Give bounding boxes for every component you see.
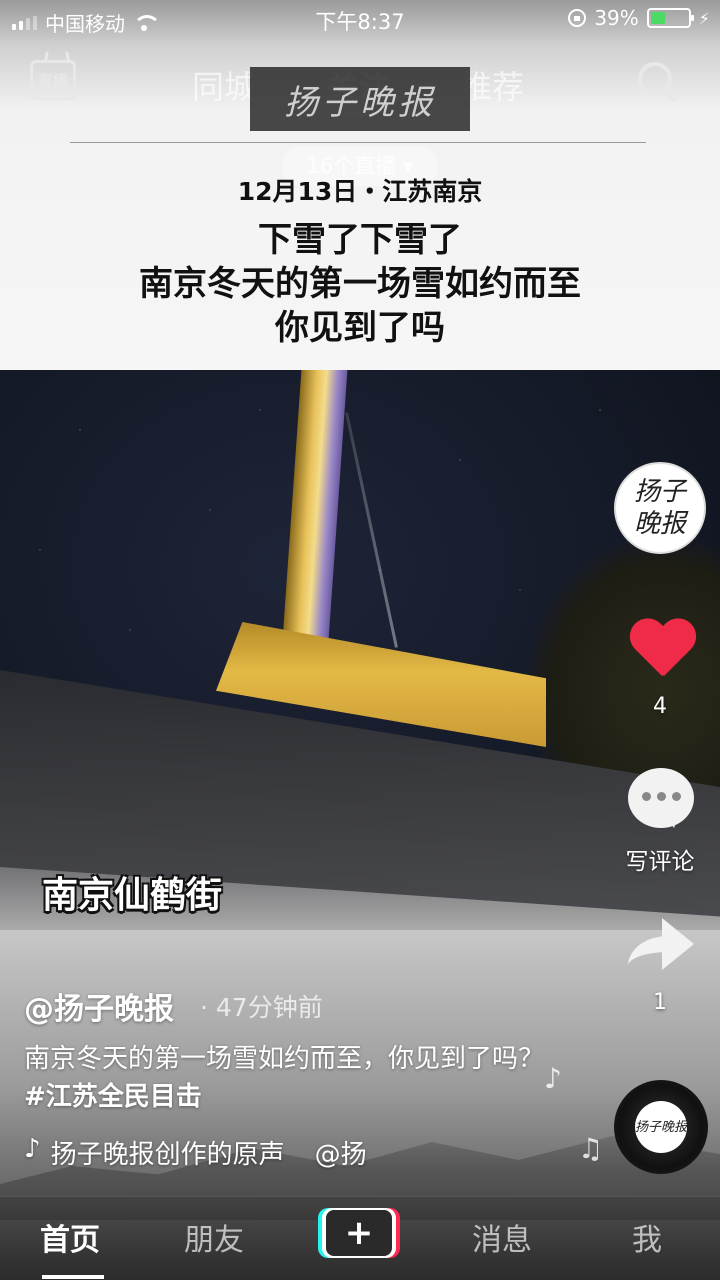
brand-watermark: 扬子晚报: [250, 67, 470, 131]
share-count: 1: [653, 990, 667, 1015]
battery-icon: [646, 8, 694, 28]
live-tv-icon[interactable]: 直播: [30, 60, 76, 100]
like-heart-icon[interactable]: [628, 620, 696, 682]
music-disc[interactable]: 扬子晚报: [614, 1080, 708, 1174]
post-description: 南京冬天的第一场雪如约而至，你见到了吗？ #江苏全民目击: [24, 1040, 544, 1116]
caption-line-3: 你见到了吗: [275, 308, 445, 348]
video-frame[interactable]: [0, 370, 720, 930]
plus-icon: +: [326, 1210, 392, 1256]
rotation-lock-icon: [568, 9, 587, 27]
nav-divider: [70, 142, 646, 143]
music-title: 扬子晚报创作的原声: [50, 1140, 285, 1170]
hashtag-link[interactable]: #江苏全民目击: [24, 1082, 202, 1112]
author-avatar[interactable]: 扬子晚报: [614, 462, 706, 554]
tab-local[interactable]: 同城: [192, 62, 256, 108]
tab-home[interactable]: 首页: [40, 1215, 100, 1259]
caption-date-location: 12月13日・江苏南京: [237, 177, 483, 206]
music-row[interactable]: ♪ 扬子晚报创作的原声 @扬: [24, 1134, 404, 1171]
tiktok-note-icon: ♪: [24, 1134, 41, 1164]
status-bar: 中国移动 下午8:37 39% ⚡: [0, 0, 720, 40]
charging-icon: ⚡: [698, 8, 710, 28]
music-note-icon: ♪: [544, 1062, 562, 1095]
video-caption: 12月13日・江苏南京 下雪了下雪了 南京冬天的第一场雪如约而至 你见到了吗: [0, 172, 720, 350]
description-text: 南京冬天的第一场雪如约而至，你见到了吗？: [24, 1044, 545, 1074]
tab-me[interactable]: 我: [632, 1215, 662, 1259]
comment-icon[interactable]: [628, 768, 694, 828]
search-icon[interactable]: [638, 62, 678, 102]
like-count: 4: [653, 694, 667, 719]
author-handle[interactable]: @扬子晚报: [24, 984, 174, 1028]
tab-messages[interactable]: 消息: [472, 1215, 532, 1259]
share-arrow-icon[interactable]: [628, 918, 694, 974]
post-time: · 47分钟前: [200, 993, 323, 1022]
comment-label: 写评论: [625, 849, 695, 875]
battery-percent: 39%: [594, 6, 639, 30]
active-bottom-tab-indicator: [42, 1275, 104, 1279]
caption-line-2: 南京冬天的第一场雪如约而至: [139, 264, 581, 304]
music-author: @扬: [314, 1140, 367, 1170]
create-video-button[interactable]: +: [322, 1208, 396, 1258]
tab-friends[interactable]: 朋友: [184, 1215, 244, 1259]
music-note-icon: ♫: [578, 1132, 604, 1165]
battery-level: [650, 12, 665, 24]
video-location-label: 南京仙鹤街: [42, 875, 223, 916]
caption-line-1: 下雪了下雪了: [258, 220, 462, 260]
music-disc-cover: 扬子晚报: [635, 1101, 687, 1153]
